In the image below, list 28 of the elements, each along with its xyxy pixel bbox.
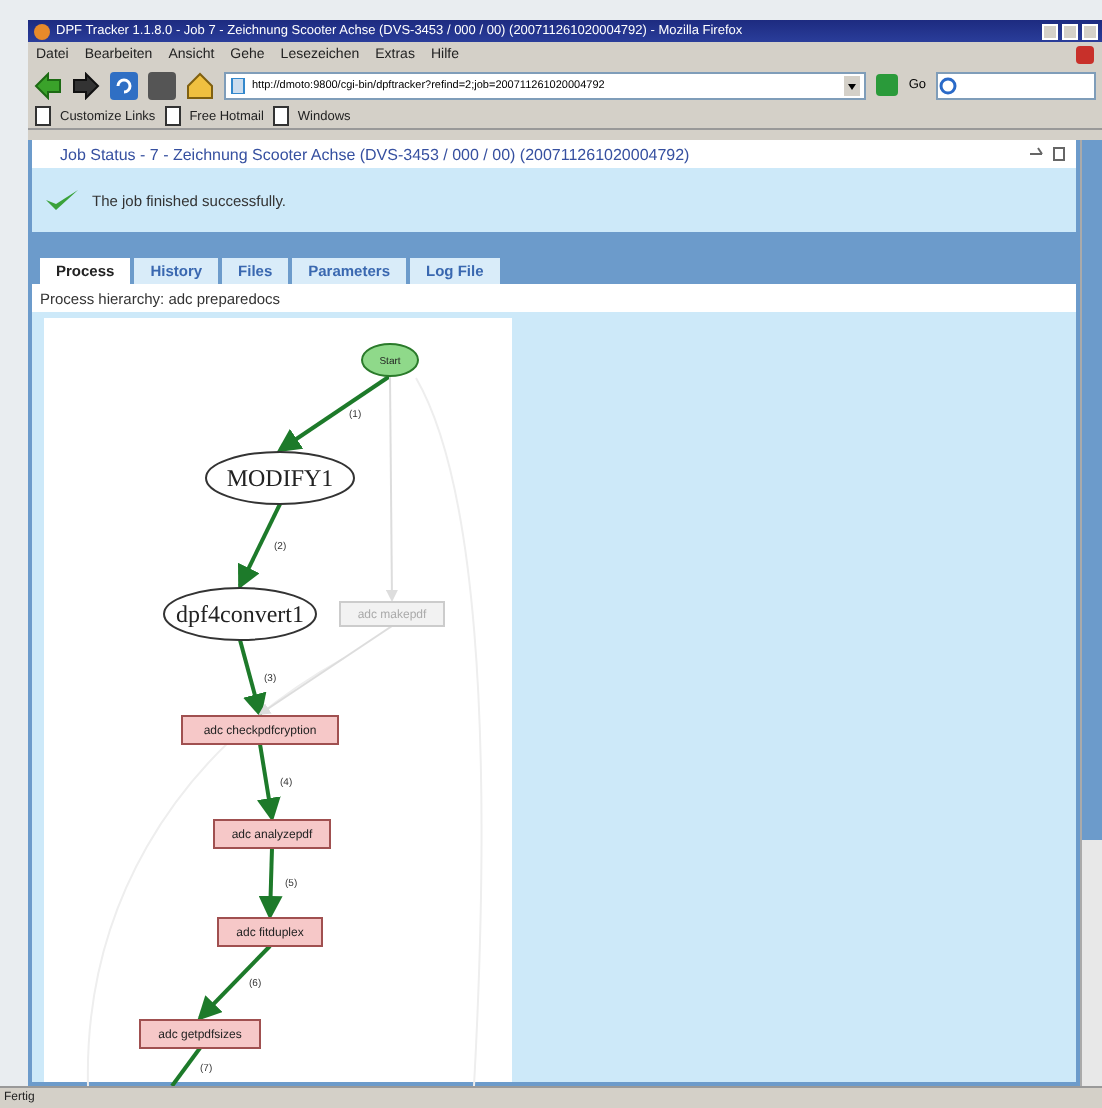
graph-node[interactable] — [361, 343, 419, 377]
graph-node[interactable] — [181, 715, 339, 745]
page-icon — [271, 106, 290, 126]
maximize-button[interactable] — [1062, 23, 1078, 39]
page-icon — [230, 77, 246, 93]
graph-node[interactable] — [205, 451, 355, 505]
page-icon — [34, 106, 52, 126]
reload-icon — [110, 71, 138, 99]
graph-node[interactable] — [139, 1019, 261, 1049]
node-label: dpf4convert1 — [176, 600, 304, 628]
home-icon — [186, 71, 214, 99]
search-field[interactable] — [936, 71, 1096, 99]
job-status-title: Job Status - 7 - Zeichnung Scooter Achse (DVS-3453 / 000 / 00) (200711261020004792) — [60, 145, 692, 163]
search-icon — [938, 75, 958, 95]
graph-node[interactable] — [163, 587, 317, 641]
graph-node[interactable] — [213, 819, 331, 849]
minimize-button[interactable] — [1042, 23, 1058, 39]
graph-node[interactable] — [217, 917, 323, 947]
page-icon — [163, 106, 182, 126]
window-icon — [1052, 146, 1068, 162]
back-icon — [34, 71, 62, 99]
dropdown-icon — [844, 75, 861, 95]
checkmark-icon — [44, 186, 80, 214]
go-icon — [876, 74, 899, 96]
node-label: MODIFY1 — [226, 464, 334, 492]
forward-icon — [72, 71, 100, 99]
scrollbar[interactable] — [1080, 140, 1102, 1086]
close-button[interactable] — [1082, 23, 1098, 39]
